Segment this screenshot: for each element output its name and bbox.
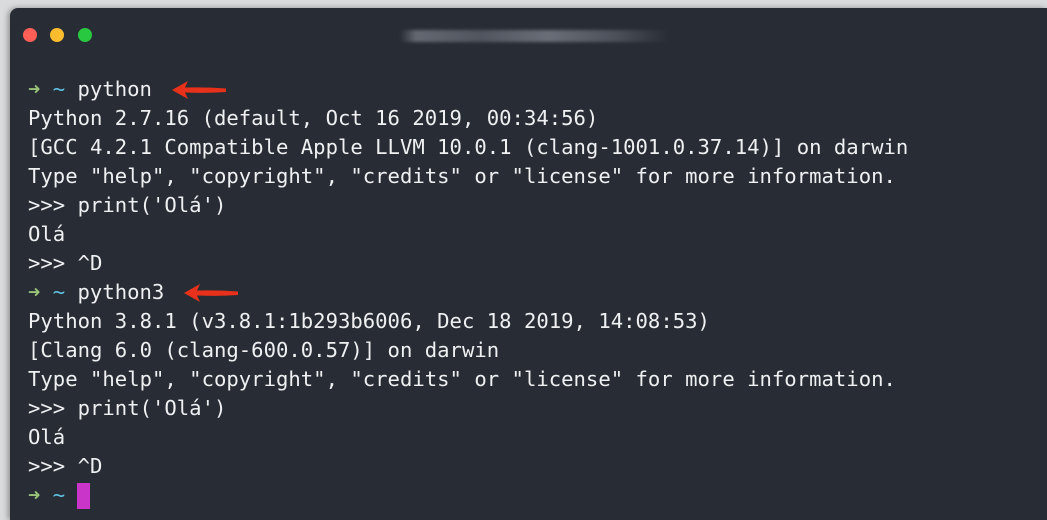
output-text: [GCC 4.2.1 Compatible Apple LLVM 10.0.1 … bbox=[28, 135, 909, 159]
prompt-arrow-icon: ➜ bbox=[28, 77, 41, 101]
prompt-directory: ~ bbox=[52, 280, 66, 304]
prompt-command: python bbox=[77, 77, 152, 101]
output-text: >>> ^D bbox=[28, 251, 103, 275]
output-text: >>> ^D bbox=[28, 454, 103, 478]
output-line: Python 3.8.1 (v3.8.1:1b293b6006, Dec 18 … bbox=[28, 307, 1047, 336]
window-title-redacted bbox=[400, 30, 670, 42]
output-text: >>> print('Olá') bbox=[28, 396, 227, 420]
terminal-output[interactable]: ➜ ~ python Python 2.7.16 (default, Oct 16 2… bbox=[28, 75, 1047, 510]
close-window-icon[interactable] bbox=[23, 28, 37, 42]
output-line: Type "help", "copyright", "credits" or "… bbox=[28, 162, 1047, 191]
output-line: >>> print('Olá') bbox=[28, 394, 1047, 423]
output-text: Type "help", "copyright", "credits" or "… bbox=[28, 164, 896, 188]
annotation-arrow-icon bbox=[184, 283, 239, 302]
output-text: [Clang 6.0 (clang-600.0.57)] on darwin bbox=[28, 338, 500, 362]
output-text: Python 3.8.1 (v3.8.1:1b293b6006, Dec 18 … bbox=[28, 309, 710, 333]
prompt-line: ➜ ~ bbox=[28, 481, 1047, 510]
prompt-line: ➜ ~ python bbox=[28, 75, 1047, 104]
output-line: [GCC 4.2.1 Compatible Apple LLVM 10.0.1 … bbox=[28, 133, 1047, 162]
maximize-window-icon[interactable] bbox=[78, 28, 92, 42]
title-bar[interactable] bbox=[10, 8, 1047, 60]
terminal-window[interactable]: ➜ ~ python Python 2.7.16 (default, Oct 16 2… bbox=[10, 8, 1047, 520]
prompt-arrow-icon: ➜ bbox=[28, 483, 41, 507]
output-line: Python 2.7.16 (default, Oct 16 2019, 00:… bbox=[28, 104, 1047, 133]
prompt-directory: ~ bbox=[52, 483, 66, 507]
output-text: Type "help", "copyright", "credits" or "… bbox=[28, 367, 896, 391]
output-line: [Clang 6.0 (clang-600.0.57)] on darwin bbox=[28, 336, 1047, 365]
output-line: Olá bbox=[28, 423, 1047, 452]
annotation-arrow-icon bbox=[171, 80, 226, 99]
output-text: >>> print('Olá') bbox=[28, 193, 227, 217]
output-line: Type "help", "copyright", "credits" or "… bbox=[28, 365, 1047, 394]
text-cursor bbox=[77, 482, 91, 509]
output-text: Olá bbox=[28, 222, 66, 246]
prompt-arrow-icon: ➜ bbox=[28, 280, 41, 304]
output-text: Python 2.7.16 (default, Oct 16 2019, 00:… bbox=[28, 106, 599, 130]
output-line: >>> print('Olá') bbox=[28, 191, 1047, 220]
minimize-window-icon[interactable] bbox=[50, 28, 64, 42]
output-line: Olá bbox=[28, 220, 1047, 249]
output-line: >>> ^D bbox=[28, 452, 1047, 481]
output-line: >>> ^D bbox=[28, 249, 1047, 278]
prompt-directory: ~ bbox=[52, 77, 66, 101]
prompt-line: ➜ ~ python3 bbox=[28, 278, 1047, 307]
output-text: Olá bbox=[28, 425, 66, 449]
prompt-command: python3 bbox=[77, 280, 165, 304]
